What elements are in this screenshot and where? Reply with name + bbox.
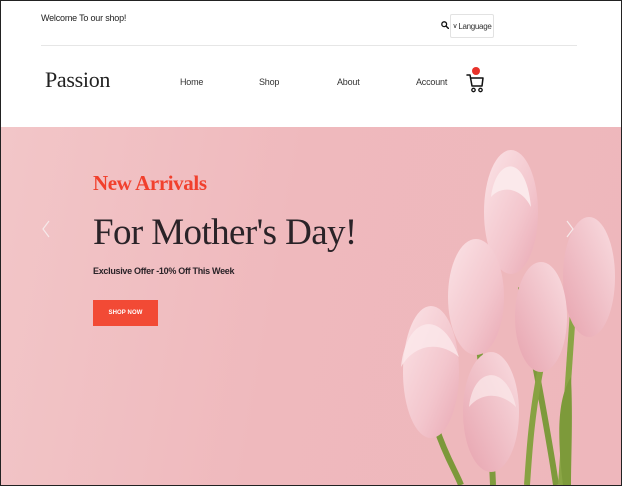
language-select[interactable]: ∨ Language: [450, 14, 494, 38]
top-bar: Welcome To our shop! ∨ Language: [1, 1, 621, 45]
hero-banner: New Arrivals For Mother's Day! Exclusive…: [1, 127, 621, 485]
shop-now-button[interactable]: SHOP NOW: [93, 300, 158, 326]
tulips-image: [401, 150, 615, 485]
header-divider: [41, 45, 577, 46]
hero-kicker: New Arrivals: [93, 171, 207, 195]
language-label: Language: [458, 21, 492, 31]
hero-subline: Exclusive Offer -10% Off This Week: [93, 266, 235, 276]
hero-headline: For Mother's Day!: [93, 212, 357, 253]
nav-home[interactable]: Home: [180, 77, 203, 87]
welcome-text: Welcome To our shop!: [41, 13, 127, 23]
nav-shop[interactable]: Shop: [259, 77, 279, 87]
site-logo[interactable]: Passion: [45, 67, 110, 93]
carousel-next-icon[interactable]: [565, 219, 575, 239]
chevron-down-icon: ∨: [452, 23, 458, 30]
page-frame: Welcome To our shop! ∨ Language Passion …: [0, 0, 622, 486]
search-icon[interactable]: [441, 21, 449, 29]
carousel-prev-icon[interactable]: [41, 219, 51, 239]
cart-badge: [472, 67, 480, 75]
nav-account[interactable]: Account: [416, 77, 447, 87]
nav-about[interactable]: About: [337, 77, 360, 87]
